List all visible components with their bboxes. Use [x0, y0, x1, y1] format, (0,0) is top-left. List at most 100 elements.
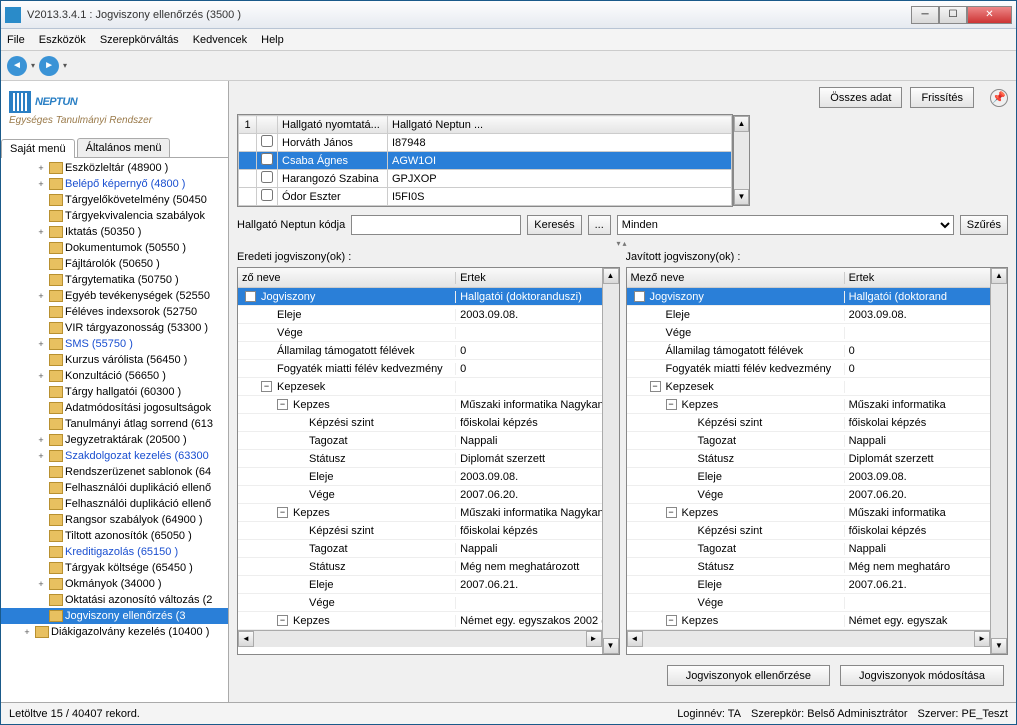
- tree-item[interactable]: Rendszerüzenet sablonok (64: [1, 464, 228, 480]
- refresh-button[interactable]: Frissítés: [910, 87, 974, 108]
- tree-item[interactable]: Oktatási azonosító változás (2: [1, 592, 228, 608]
- tree-item[interactable]: Dokumentumok (50550 ): [1, 240, 228, 256]
- data-row[interactable]: −KepzesNémet egy. egyszak: [627, 612, 991, 630]
- maximize-button[interactable]: ☐: [939, 6, 967, 24]
- data-row[interactable]: Fogyaték miatti félév kedvezmény0: [627, 360, 991, 378]
- tree-toggle-icon[interactable]: −: [245, 291, 256, 302]
- scroll-up-icon[interactable]: ▲: [734, 116, 749, 132]
- tree-toggle-icon[interactable]: −: [650, 381, 661, 392]
- tree-toggle-icon[interactable]: −: [666, 399, 677, 410]
- expand-icon[interactable]: +: [21, 627, 33, 637]
- modify-relations-button[interactable]: Jogviszonyok módosítása: [840, 665, 1004, 686]
- tree-item[interactable]: Jogviszony ellenőrzés (3: [1, 608, 228, 624]
- search-more-button[interactable]: ...: [588, 215, 611, 235]
- data-row[interactable]: StátuszDiplomát szerzett: [627, 450, 991, 468]
- data-row[interactable]: −JogviszonyHallgatói (doktorand: [627, 288, 991, 306]
- data-row[interactable]: TagozatNappali: [238, 540, 602, 558]
- tree-item[interactable]: Rangsor szabályok (64900 ): [1, 512, 228, 528]
- scroll-right-icon[interactable]: ►: [974, 631, 990, 647]
- tree-toggle-icon[interactable]: −: [277, 399, 288, 410]
- scroll-down-icon[interactable]: ▼: [603, 638, 619, 654]
- filter-button[interactable]: Szűrés: [960, 215, 1008, 235]
- expand-icon[interactable]: +: [35, 179, 47, 189]
- menu-role[interactable]: Szerepkörváltás: [100, 34, 179, 46]
- data-row[interactable]: Eleje2003.09.08.: [627, 468, 991, 486]
- data-row[interactable]: Vége2007.06.20.: [238, 486, 602, 504]
- scroll-right-icon[interactable]: ►: [586, 631, 602, 647]
- tree-item[interactable]: Felhasználói duplikáció ellenő: [1, 480, 228, 496]
- grid-header-check[interactable]: [257, 116, 278, 134]
- menu-help[interactable]: Help: [261, 34, 284, 46]
- tree-item[interactable]: Felhasználói duplikáció ellenő: [1, 496, 228, 512]
- data-row[interactable]: −KepzesMűszaki informatika: [627, 396, 991, 414]
- students-grid[interactable]: 1 Hallgató nyomtatá... Hallgató Neptun .…: [237, 114, 733, 207]
- tree-item[interactable]: +Iktatás (50350 ): [1, 224, 228, 240]
- student-row[interactable]: Csaba ÁgnesAGW1OI: [239, 152, 732, 170]
- data-row[interactable]: Eleje2003.09.08.: [238, 306, 602, 324]
- scroll-left-icon[interactable]: ◄: [627, 631, 643, 647]
- students-grid-scrollbar[interactable]: ▲ ▼: [733, 115, 750, 206]
- data-row[interactable]: Képzési szintfőiskolai képzés: [627, 522, 991, 540]
- menu-tools[interactable]: Eszközök: [39, 34, 86, 46]
- tree-item[interactable]: Tárgytematika (50750 ): [1, 272, 228, 288]
- data-row[interactable]: Vége: [238, 594, 602, 612]
- col-field-name[interactable]: ző neve: [238, 272, 456, 284]
- data-row[interactable]: Vége2007.06.20.: [627, 486, 991, 504]
- data-row[interactable]: Fogyaték miatti félév kedvezmény0: [238, 360, 602, 378]
- row-checkbox[interactable]: [261, 189, 273, 201]
- row-checkbox[interactable]: [261, 135, 273, 147]
- data-row[interactable]: Képzési szintfőiskolai képzés: [627, 414, 991, 432]
- hscrollbar[interactable]: ◄ ►: [627, 630, 991, 647]
- data-row[interactable]: Képzési szintfőiskolai képzés: [238, 414, 602, 432]
- tree-item[interactable]: +Szakdolgozat kezelés (63300: [1, 448, 228, 464]
- grid-header-index[interactable]: 1: [239, 116, 257, 134]
- tree-item[interactable]: +SMS (55750 ): [1, 336, 228, 352]
- tree-item[interactable]: +Belépő képernyő (4800 ): [1, 176, 228, 192]
- scroll-up-icon[interactable]: ▲: [603, 268, 619, 284]
- tree-item[interactable]: Tárgyelőkövetelmény (50450: [1, 192, 228, 208]
- tree-item[interactable]: Tiltott azonosítók (65050 ): [1, 528, 228, 544]
- tree-item[interactable]: +Okmányok (34000 ): [1, 576, 228, 592]
- tree-item[interactable]: +Diákigazolvány kezelés (10400 ): [1, 624, 228, 640]
- data-row[interactable]: Vége: [627, 594, 991, 612]
- tree-item[interactable]: Tárgyekvivalencia szabályok: [1, 208, 228, 224]
- tree-item[interactable]: VIR tárgyazonosság (53300 ): [1, 320, 228, 336]
- data-row[interactable]: Államilag támogatott félévek0: [238, 342, 602, 360]
- tree-toggle-icon[interactable]: −: [261, 381, 272, 392]
- col-value[interactable]: Ertek: [456, 272, 601, 284]
- data-row[interactable]: StátuszDiplomát szerzett: [238, 450, 602, 468]
- hscrollbar[interactable]: ◄ ►: [238, 630, 602, 647]
- nav-forward-dropdown[interactable]: ▾: [63, 61, 67, 70]
- grid-header-name[interactable]: Hallgató nyomtatá...: [278, 116, 388, 134]
- scroll-up-icon[interactable]: ▲: [991, 268, 1007, 284]
- data-row[interactable]: TagozatNappali: [627, 540, 991, 558]
- tree-toggle-icon[interactable]: −: [666, 507, 677, 518]
- expand-icon[interactable]: +: [35, 339, 47, 349]
- check-relations-button[interactable]: Jogviszonyok ellenőrzése: [667, 665, 830, 686]
- expand-icon[interactable]: +: [35, 163, 47, 173]
- row-checkbox[interactable]: [261, 171, 273, 183]
- expand-icon[interactable]: +: [35, 435, 47, 445]
- data-row[interactable]: Eleje2007.06.21.: [238, 576, 602, 594]
- student-row[interactable]: Ódor EszterI5FI0S: [239, 188, 732, 206]
- grid-header-code[interactable]: Hallgató Neptun ...: [388, 116, 732, 134]
- tree-item[interactable]: Tárgy hallgatói (60300 ): [1, 384, 228, 400]
- tree-toggle-icon[interactable]: −: [277, 507, 288, 518]
- col-field-name[interactable]: Mező neve: [627, 272, 845, 284]
- row-checkbox[interactable]: [261, 153, 273, 165]
- data-row[interactable]: StátuszMég nem meghatáro: [627, 558, 991, 576]
- tree-item[interactable]: Kreditigazolás (65150 ): [1, 544, 228, 560]
- close-button[interactable]: ✕: [967, 6, 1012, 24]
- data-row[interactable]: TagozatNappali: [627, 432, 991, 450]
- tree-item[interactable]: Adatmódosítási jogosultságok: [1, 400, 228, 416]
- tree-item[interactable]: Tanulmányi átlag sorrend (613: [1, 416, 228, 432]
- nav-back-button[interactable]: ◄: [7, 56, 27, 76]
- scroll-down-icon[interactable]: ▼: [734, 189, 749, 205]
- vscrollbar[interactable]: ▲ ▼: [602, 268, 619, 654]
- data-row[interactable]: TagozatNappali: [238, 432, 602, 450]
- scroll-left-icon[interactable]: ◄: [238, 631, 254, 647]
- expand-icon[interactable]: +: [35, 579, 47, 589]
- tree-item[interactable]: +Jegyzetraktárak (20500 ): [1, 432, 228, 448]
- data-row[interactable]: StátuszMég nem meghatározott: [238, 558, 602, 576]
- data-row[interactable]: Vége: [238, 324, 602, 342]
